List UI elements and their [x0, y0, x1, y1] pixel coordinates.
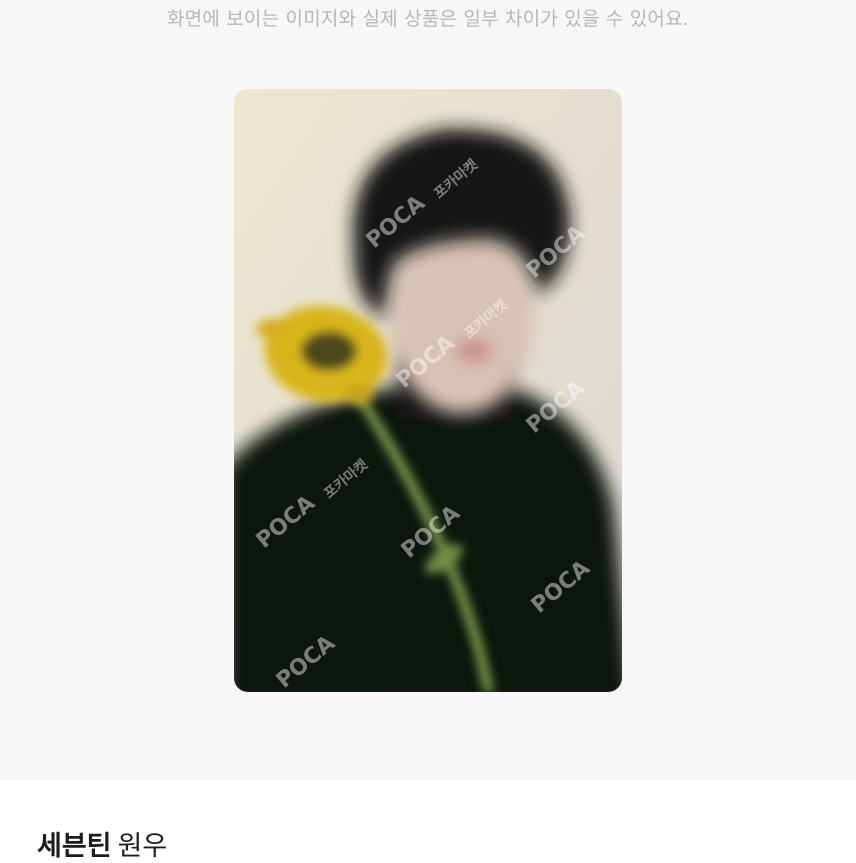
product-info: 세븐틴 원우: [0, 780, 856, 862]
product-group-name: 세븐틴: [37, 831, 112, 862]
product-image-gallery[interactable]: 화면에 보이는 이미지와 실제 상품은 일부 차이가 있을 수 있어요. POC…: [0, 0, 856, 780]
product-member-name: 원우: [117, 831, 168, 862]
product-title: 세븐틴 원우: [37, 824, 167, 863]
image-disclaimer: 화면에 보이는 이미지와 실제 상품은 일부 차이가 있을 수 있어요.: [166, 8, 690, 30]
photocard-image[interactable]: POCA 포카마켓 POCA POCA 포카마켓 POCA POCA 포카마켓 …: [234, 89, 622, 692]
sunflower-center: [301, 331, 357, 371]
photocard-illustration: POCA 포카마켓 POCA POCA 포카마켓 POCA POCA 포카마켓 …: [234, 89, 622, 692]
